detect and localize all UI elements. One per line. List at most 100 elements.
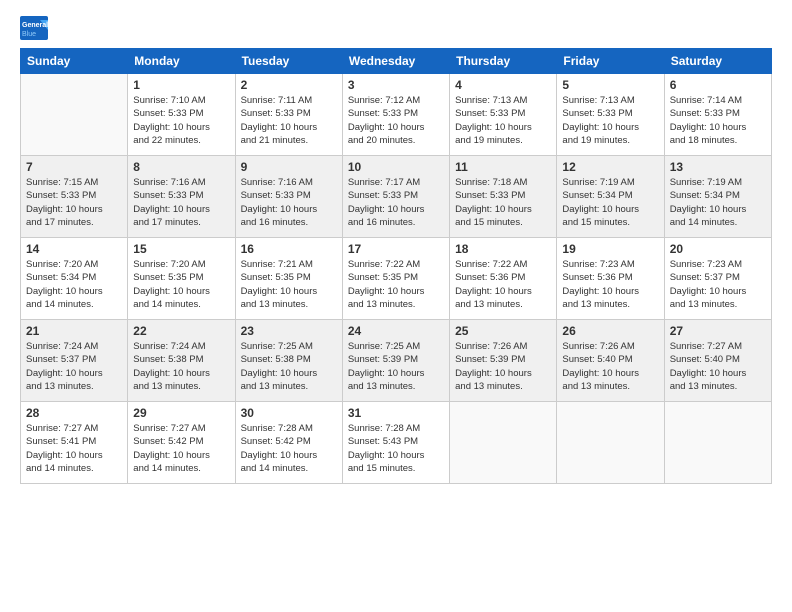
page: General Blue SundayMondayTuesdayWednesda… — [0, 0, 792, 612]
calendar-cell: 16 Sunrise: 7:21 AM Sunset: 5:35 PM Dayli… — [235, 238, 342, 320]
calendar-cell: 31 Sunrise: 7:28 AM Sunset: 5:43 PM Dayli… — [342, 402, 449, 484]
day-info: Sunrise: 7:16 AM Sunset: 5:33 PM Dayligh… — [241, 176, 337, 229]
day-number: 7 — [26, 160, 122, 174]
weekday-tuesday: Tuesday — [235, 49, 342, 74]
calendar-cell: 10 Sunrise: 7:17 AM Sunset: 5:33 PM Dayli… — [342, 156, 449, 238]
calendar-cell: 26 Sunrise: 7:26 AM Sunset: 5:40 PM Dayli… — [557, 320, 664, 402]
calendar-cell: 27 Sunrise: 7:27 AM Sunset: 5:40 PM Dayli… — [664, 320, 771, 402]
calendar-cell: 3 Sunrise: 7:12 AM Sunset: 5:33 PM Daylig… — [342, 74, 449, 156]
calendar-cell — [21, 74, 128, 156]
day-number: 18 — [455, 242, 551, 256]
calendar-cell — [664, 402, 771, 484]
day-info: Sunrise: 7:11 AM Sunset: 5:33 PM Dayligh… — [241, 94, 337, 147]
calendar-cell: 18 Sunrise: 7:22 AM Sunset: 5:36 PM Dayli… — [450, 238, 557, 320]
day-info: Sunrise: 7:27 AM Sunset: 5:40 PM Dayligh… — [670, 340, 766, 393]
weekday-sunday: Sunday — [21, 49, 128, 74]
calendar-cell: 24 Sunrise: 7:25 AM Sunset: 5:39 PM Dayli… — [342, 320, 449, 402]
calendar-week-row: 21 Sunrise: 7:24 AM Sunset: 5:37 PM Dayli… — [21, 320, 772, 402]
day-number: 21 — [26, 324, 122, 338]
day-info: Sunrise: 7:28 AM Sunset: 5:43 PM Dayligh… — [348, 422, 444, 475]
day-number: 22 — [133, 324, 229, 338]
day-info: Sunrise: 7:18 AM Sunset: 5:33 PM Dayligh… — [455, 176, 551, 229]
day-number: 2 — [241, 78, 337, 92]
day-number: 27 — [670, 324, 766, 338]
day-number: 28 — [26, 406, 122, 420]
day-info: Sunrise: 7:10 AM Sunset: 5:33 PM Dayligh… — [133, 94, 229, 147]
day-number: 8 — [133, 160, 229, 174]
day-info: Sunrise: 7:12 AM Sunset: 5:33 PM Dayligh… — [348, 94, 444, 147]
calendar-cell: 13 Sunrise: 7:19 AM Sunset: 5:34 PM Dayli… — [664, 156, 771, 238]
day-info: Sunrise: 7:25 AM Sunset: 5:39 PM Dayligh… — [348, 340, 444, 393]
calendar-cell: 2 Sunrise: 7:11 AM Sunset: 5:33 PM Daylig… — [235, 74, 342, 156]
day-info: Sunrise: 7:14 AM Sunset: 5:33 PM Dayligh… — [670, 94, 766, 147]
calendar-week-row: 7Sunrise: 7:15 AM Sunset: 5:33 PM Daylig… — [21, 156, 772, 238]
day-number: 23 — [241, 324, 337, 338]
day-info: Sunrise: 7:22 AM Sunset: 5:35 PM Dayligh… — [348, 258, 444, 311]
calendar-cell: 29 Sunrise: 7:27 AM Sunset: 5:42 PM Dayli… — [128, 402, 235, 484]
svg-text:Blue: Blue — [22, 31, 36, 38]
day-info: Sunrise: 7:22 AM Sunset: 5:36 PM Dayligh… — [455, 258, 551, 311]
calendar-cell — [450, 402, 557, 484]
day-number: 10 — [348, 160, 444, 174]
day-number: 12 — [562, 160, 658, 174]
day-number: 4 — [455, 78, 551, 92]
weekday-friday: Friday — [557, 49, 664, 74]
day-number: 16 — [241, 242, 337, 256]
calendar-cell: 11 Sunrise: 7:18 AM Sunset: 5:33 PM Dayli… — [450, 156, 557, 238]
day-info: Sunrise: 7:28 AM Sunset: 5:42 PM Dayligh… — [241, 422, 337, 475]
header: General Blue — [20, 16, 772, 40]
day-number: 29 — [133, 406, 229, 420]
weekday-header-row: SundayMondayTuesdayWednesdayThursdayFrid… — [21, 49, 772, 74]
day-info: Sunrise: 7:13 AM Sunset: 5:33 PM Dayligh… — [455, 94, 551, 147]
day-info: Sunrise: 7:19 AM Sunset: 5:34 PM Dayligh… — [670, 176, 766, 229]
day-number: 25 — [455, 324, 551, 338]
day-info: Sunrise: 7:24 AM Sunset: 5:38 PM Dayligh… — [133, 340, 229, 393]
calendar-week-row: 1 Sunrise: 7:10 AM Sunset: 5:33 PM Daylig… — [21, 74, 772, 156]
day-info: Sunrise: 7:19 AM Sunset: 5:34 PM Dayligh… — [562, 176, 658, 229]
calendar-cell: 21 Sunrise: 7:24 AM Sunset: 5:37 PM Dayli… — [21, 320, 128, 402]
day-info: Sunrise: 7:17 AM Sunset: 5:33 PM Dayligh… — [348, 176, 444, 229]
calendar-cell: 14Sunrise: 7:20 AM Sunset: 5:34 PM Dayli… — [21, 238, 128, 320]
calendar-cell: 22 Sunrise: 7:24 AM Sunset: 5:38 PM Dayli… — [128, 320, 235, 402]
day-info: Sunrise: 7:25 AM Sunset: 5:38 PM Dayligh… — [241, 340, 337, 393]
day-info: Sunrise: 7:16 AM Sunset: 5:33 PM Dayligh… — [133, 176, 229, 229]
day-number: 3 — [348, 78, 444, 92]
calendar-cell: 6 Sunrise: 7:14 AM Sunset: 5:33 PM Daylig… — [664, 74, 771, 156]
day-number: 31 — [348, 406, 444, 420]
weekday-monday: Monday — [128, 49, 235, 74]
day-info: Sunrise: 7:27 AM Sunset: 5:42 PM Dayligh… — [133, 422, 229, 475]
day-number: 20 — [670, 242, 766, 256]
day-number: 15 — [133, 242, 229, 256]
day-info: Sunrise: 7:20 AM Sunset: 5:35 PM Dayligh… — [133, 258, 229, 311]
calendar: SundayMondayTuesdayWednesdayThursdayFrid… — [20, 48, 772, 484]
day-number: 9 — [241, 160, 337, 174]
day-info: Sunrise: 7:27 AM Sunset: 5:41 PM Dayligh… — [26, 422, 122, 475]
calendar-cell: 19Sunrise: 7:23 AM Sunset: 5:36 PM Dayli… — [557, 238, 664, 320]
weekday-thursday: Thursday — [450, 49, 557, 74]
day-number: 26 — [562, 324, 658, 338]
calendar-cell: 20Sunrise: 7:23 AM Sunset: 5:37 PM Dayli… — [664, 238, 771, 320]
calendar-cell: 25 Sunrise: 7:26 AM Sunset: 5:39 PM Dayli… — [450, 320, 557, 402]
day-info: Sunrise: 7:26 AM Sunset: 5:40 PM Dayligh… — [562, 340, 658, 393]
day-info: Sunrise: 7:21 AM Sunset: 5:35 PM Dayligh… — [241, 258, 337, 311]
calendar-cell: 9 Sunrise: 7:16 AM Sunset: 5:33 PM Daylig… — [235, 156, 342, 238]
calendar-cell — [557, 402, 664, 484]
day-number: 30 — [241, 406, 337, 420]
day-number: 13 — [670, 160, 766, 174]
day-number: 24 — [348, 324, 444, 338]
calendar-cell: 1 Sunrise: 7:10 AM Sunset: 5:33 PM Daylig… — [128, 74, 235, 156]
calendar-week-row: 14Sunrise: 7:20 AM Sunset: 5:34 PM Dayli… — [21, 238, 772, 320]
day-number: 5 — [562, 78, 658, 92]
calendar-cell: 5Sunrise: 7:13 AM Sunset: 5:33 PM Daylig… — [557, 74, 664, 156]
day-number: 1 — [133, 78, 229, 92]
day-info: Sunrise: 7:26 AM Sunset: 5:39 PM Dayligh… — [455, 340, 551, 393]
calendar-cell: 4 Sunrise: 7:13 AM Sunset: 5:33 PM Daylig… — [450, 74, 557, 156]
day-number: 6 — [670, 78, 766, 92]
calendar-cell: 7Sunrise: 7:15 AM Sunset: 5:33 PM Daylig… — [21, 156, 128, 238]
day-info: Sunrise: 7:24 AM Sunset: 5:37 PM Dayligh… — [26, 340, 122, 393]
day-number: 11 — [455, 160, 551, 174]
calendar-cell: 15 Sunrise: 7:20 AM Sunset: 5:35 PM Dayli… — [128, 238, 235, 320]
calendar-week-row: 28 Sunrise: 7:27 AM Sunset: 5:41 PM Dayli… — [21, 402, 772, 484]
svg-text:General: General — [22, 22, 48, 29]
calendar-cell: 23 Sunrise: 7:25 AM Sunset: 5:38 PM Dayli… — [235, 320, 342, 402]
